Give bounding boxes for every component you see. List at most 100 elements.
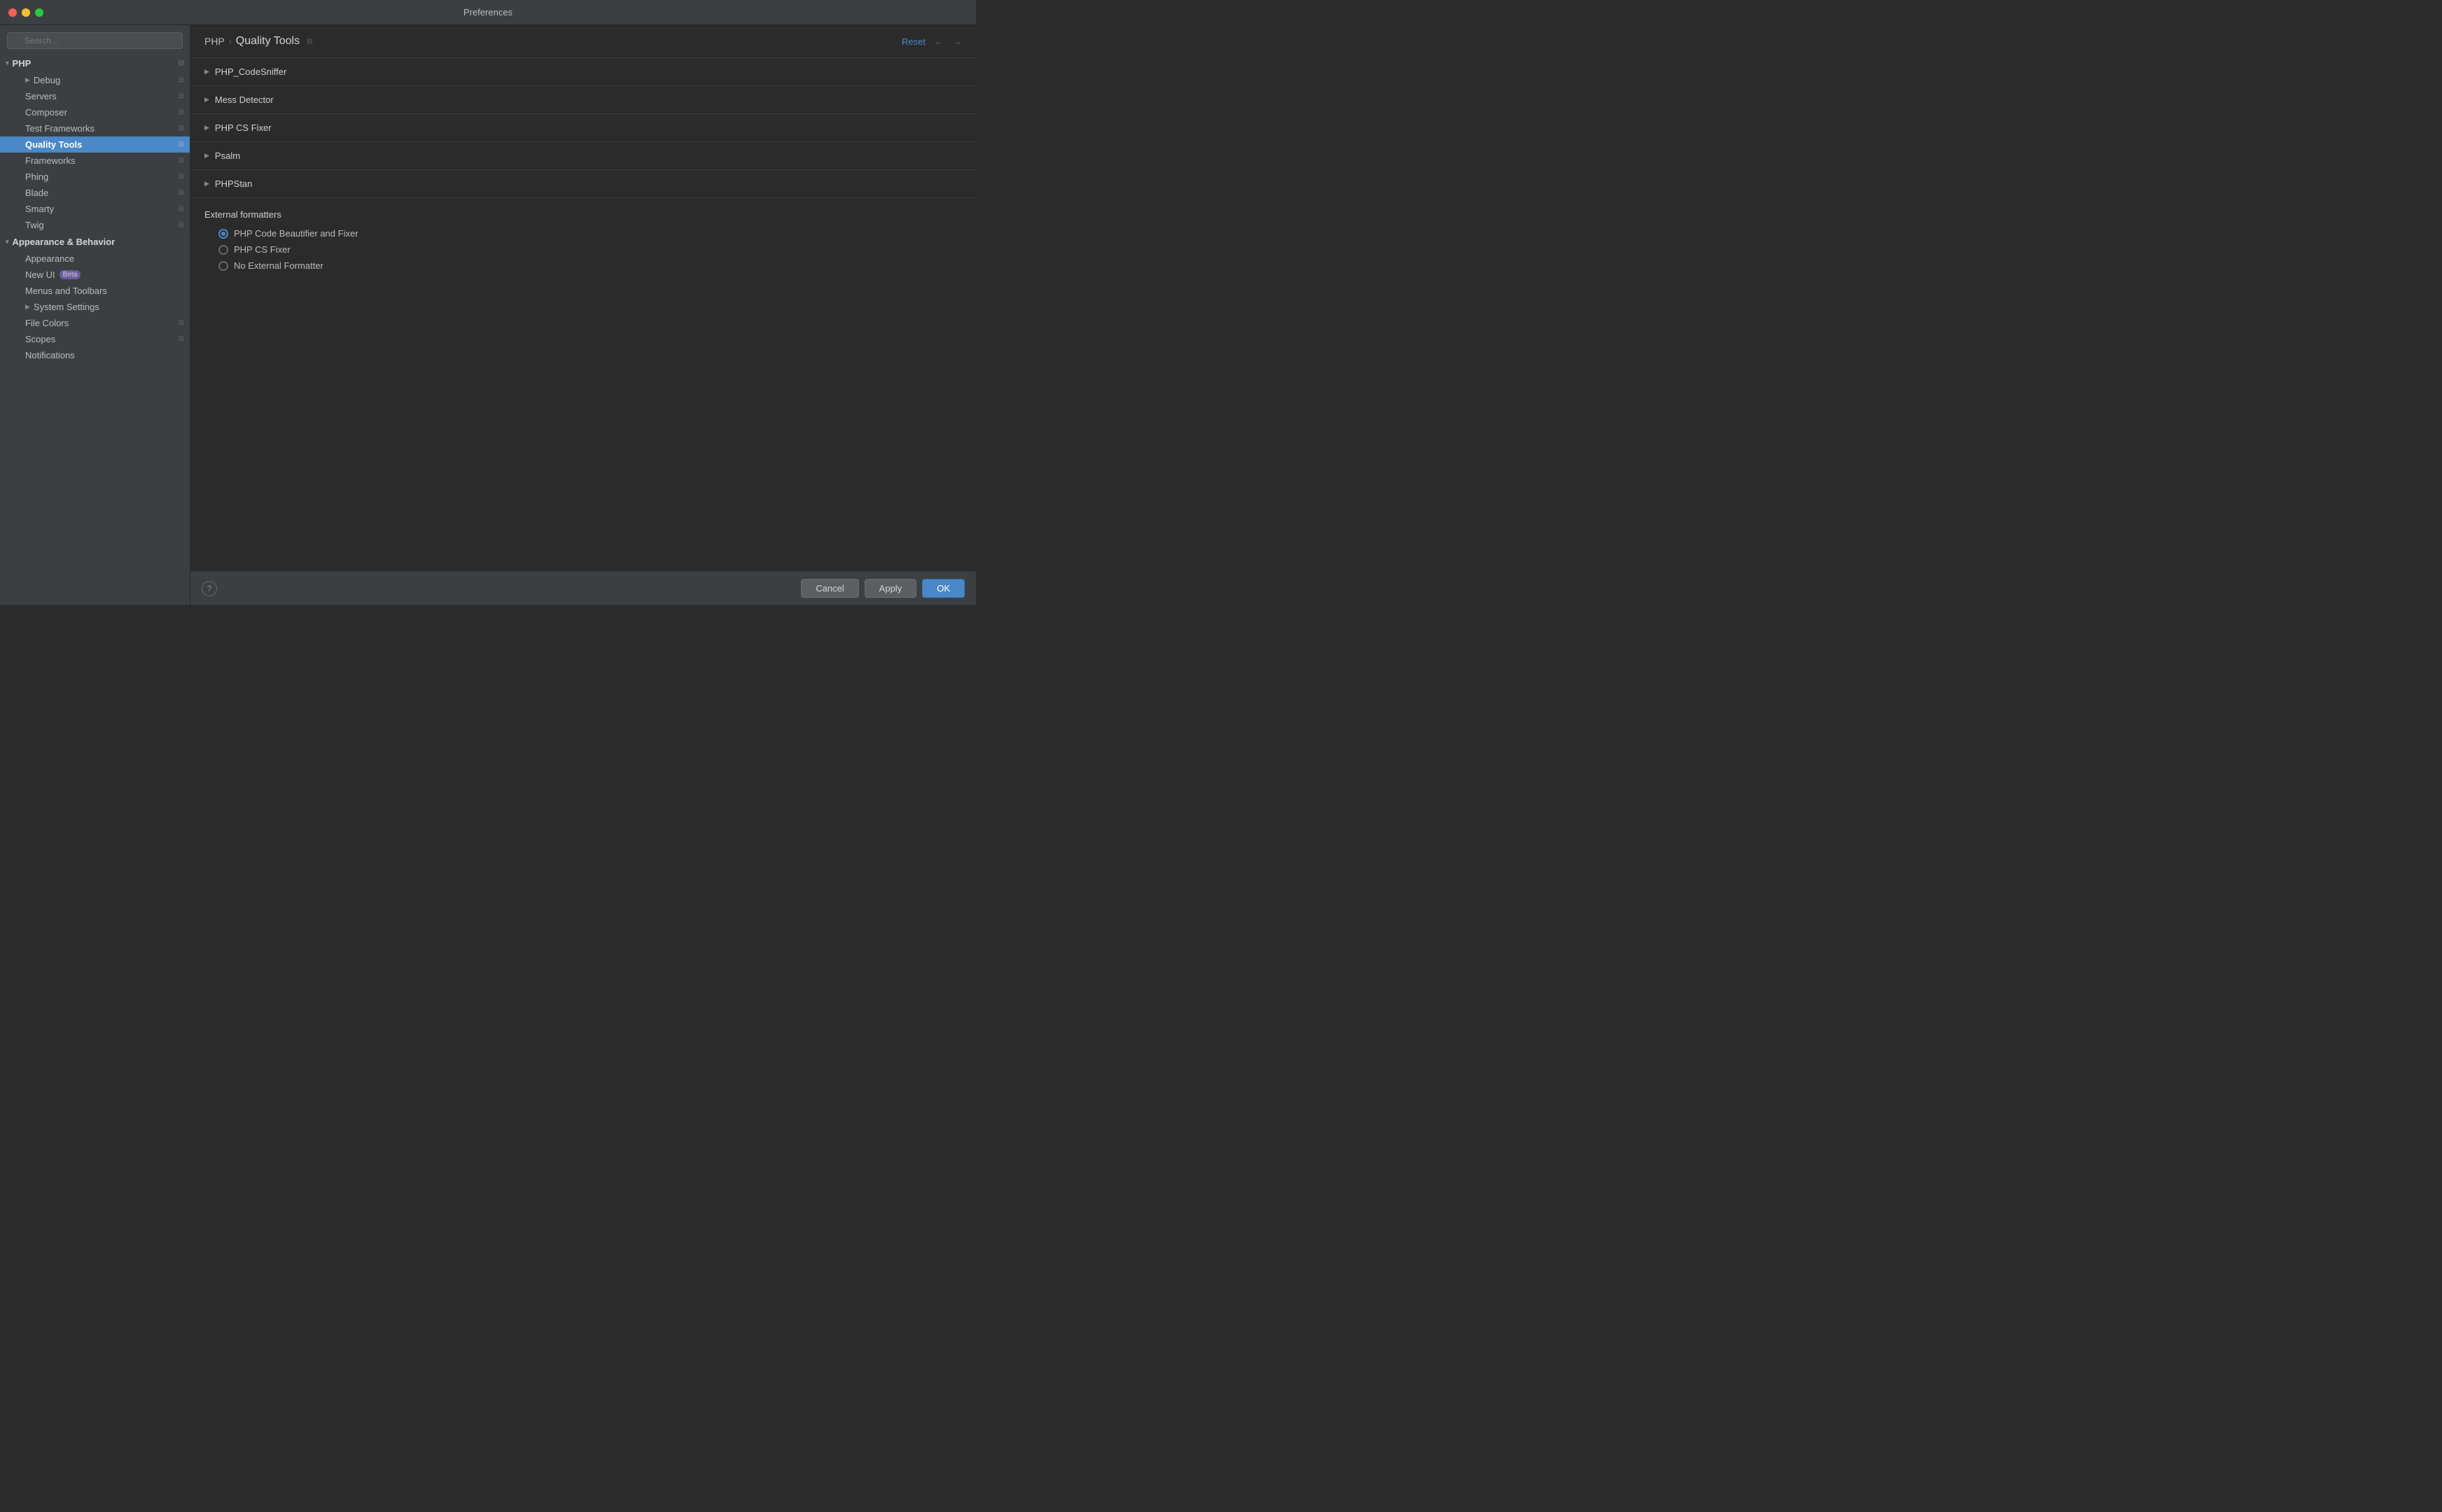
chevron-down-icon: ▾ [6,59,9,67]
sidebar-item-notifications[interactable]: Notifications [0,347,190,363]
radio-dot-beautifier [221,232,225,236]
sidebar-item-servers[interactable]: Servers ⊟ [0,88,190,104]
expand-header-psalm[interactable]: ▶ Psalm [190,142,976,169]
sidebar-item-new-ui-label: New UI [25,270,55,280]
search-wrapper: ⌕ [7,32,183,49]
formatters-title: External formatters [204,209,962,220]
sidebar-item-appearance-label: Appearance [25,253,74,264]
sidebar-item-test-frameworks[interactable]: Test Frameworks ⊟ [0,120,190,136]
sidebar-item-scopes-label: Scopes [25,334,55,344]
sidebar-item-frameworks[interactable]: Frameworks ⊟ [0,153,190,169]
sidebar-item-blade-label: Blade [25,188,48,198]
apply-button[interactable]: Apply [865,579,917,598]
chevron-right-icon-cs-fixer: ▶ [204,124,209,132]
window-title: Preferences [463,7,512,18]
expand-header-phpstan[interactable]: ▶ PHPStan [190,170,976,197]
close-button[interactable] [8,8,17,17]
settings-icon-twig: ⊟ [179,221,184,229]
radio-group: PHP Code Beautifier and Fixer PHP CS Fix… [204,228,962,271]
content-area: PHP › Quality Tools ⊟ Reset ← → ▶ PHP_Co… [190,25,976,605]
sidebar-item-quality-tools-label: Quality Tools [25,139,82,150]
traffic-lights [8,8,43,17]
expand-label-php-cs-fixer: PHP CS Fixer [215,122,272,133]
radio-input-no-formatter[interactable] [218,261,228,271]
sidebar-item-composer-label: Composer [25,107,67,118]
sidebar-item-phing-label: Phing [25,172,48,182]
sidebar-item-menus-toolbars[interactable]: Menus and Toolbars [0,283,190,299]
chevron-right-icon-phpstan: ▶ [204,180,209,188]
settings-icon-blade: ⊟ [179,189,184,197]
expand-section-phpstan: ▶ PHPStan [190,170,976,198]
sidebar-section-php-label: PHP [13,58,32,69]
radio-input-beautifier[interactable] [218,229,228,239]
settings-icon-debug: ⊟ [179,76,184,84]
settings-icon-servers: ⊟ [179,92,184,100]
sidebar-item-file-colors-label: File Colors [25,318,69,328]
radio-label-beautifier: PHP Code Beautifier and Fixer [234,228,358,239]
sidebar-item-system-settings[interactable]: ▶ System Settings [0,299,190,315]
expand-header-php-cs-fixer[interactable]: ▶ PHP CS Fixer [190,114,976,141]
settings-icon-smarty: ⊟ [179,205,184,213]
sidebar-item-appearance[interactable]: Appearance [0,251,190,267]
sidebar-item-debug[interactable]: ▶ Debug ⊟ [0,72,190,88]
sidebar: ⌕ ▾ PHP ⊟ ▶ Debug ⊟ Servers ⊟ [0,25,190,605]
radio-item-beautifier[interactable]: PHP Code Beautifier and Fixer [218,228,962,239]
expand-label-mess-detector: Mess Detector [215,94,274,105]
maximize-button[interactable] [35,8,43,17]
sidebar-item-debug-label: Debug [34,75,60,85]
sidebar-scroll: ▾ PHP ⊟ ▶ Debug ⊟ Servers ⊟ Composer ⊟ [0,55,190,605]
expand-label-php-codesniffer: PHP_CodeSniffer [215,66,286,77]
search-input[interactable] [7,32,183,49]
sidebar-item-scopes[interactable]: Scopes ⊟ [0,331,190,347]
sidebar-item-notifications-label: Notifications [25,350,75,360]
back-button[interactable]: ← [934,36,944,47]
breadcrumb-current: Quality Tools [236,35,300,48]
header-actions: Reset ← → [902,36,962,47]
settings-icon: ⊟ [179,59,184,67]
sidebar-item-test-frameworks-label: Test Frameworks [25,123,95,134]
expand-header-php-codesniffer[interactable]: ▶ PHP_CodeSniffer [190,58,976,85]
sidebar-item-system-settings-label: System Settings [34,302,99,312]
forward-button[interactable]: → [952,36,962,47]
sidebar-item-composer[interactable]: Composer ⊟ [0,104,190,120]
ok-button[interactable]: OK [922,579,965,598]
settings-icon-frameworks: ⊟ [179,157,184,164]
expand-header-mess-detector[interactable]: ▶ Mess Detector [190,86,976,113]
settings-icon-test-frameworks: ⊟ [179,125,184,132]
sidebar-item-phing[interactable]: Phing ⊟ [0,169,190,185]
content-body: ▶ PHP_CodeSniffer ▶ Mess Detector ▶ PHP … [190,58,976,571]
sidebar-item-smarty[interactable]: Smarty ⊟ [0,201,190,217]
sidebar-item-servers-label: Servers [25,91,57,102]
breadcrumb-parent[interactable]: PHP [204,36,225,47]
formatters-section: External formatters PHP Code Beautifier … [190,198,976,282]
sidebar-item-file-colors[interactable]: File Colors ⊟ [0,315,190,331]
chevron-right-icon-codesniffer: ▶ [204,68,209,76]
sidebar-item-blade[interactable]: Blade ⊟ [0,185,190,201]
beta-badge: Beta [60,270,81,279]
sidebar-item-twig[interactable]: Twig ⊟ [0,217,190,233]
settings-icon-file-colors: ⊟ [179,319,184,327]
bottom-bar: ? Cancel Apply OK [190,571,976,605]
settings-icon-quality-tools: ⊟ [179,141,184,148]
sidebar-section-appearance-behavior[interactable]: ▾ Appearance & Behavior [0,233,190,251]
expand-label-psalm: Psalm [215,150,240,161]
expand-section-php-cs-fixer: ▶ PHP CS Fixer [190,114,976,142]
sidebar-item-quality-tools[interactable]: Quality Tools ⊟ [0,136,190,153]
minimize-button[interactable] [22,8,30,17]
radio-item-cs-fixer[interactable]: PHP CS Fixer [218,244,962,255]
breadcrumb-separator: › [229,36,232,46]
expand-section-mess-detector: ▶ Mess Detector [190,86,976,114]
sidebar-item-new-ui[interactable]: New UI Beta [0,267,190,283]
chevron-down-icon-2: ▾ [6,238,9,246]
chevron-right-icon: ▶ [25,76,30,84]
sidebar-item-frameworks-label: Frameworks [25,155,76,166]
breadcrumb: PHP › Quality Tools ⊟ [204,35,902,48]
reset-button[interactable]: Reset [902,36,926,47]
sidebar-section-php[interactable]: ▾ PHP ⊟ [0,55,190,72]
radio-item-no-formatter[interactable]: No External Formatter [218,260,962,271]
settings-icon-phing: ⊟ [179,173,184,181]
settings-icon-composer: ⊟ [179,108,184,116]
help-button[interactable]: ? [202,581,217,596]
radio-input-cs-fixer[interactable] [218,245,228,255]
cancel-button[interactable]: Cancel [801,579,858,598]
